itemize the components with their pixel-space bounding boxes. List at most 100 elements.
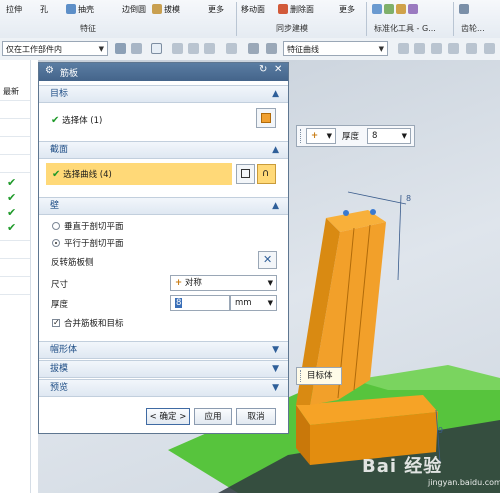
baidu-watermark: Bai 经验 [362, 456, 443, 477]
draft-button[interactable]: 拔模 [152, 0, 180, 18]
delete-face-button[interactable]: 删除面 [278, 0, 314, 18]
arrow-right-icon[interactable] [414, 43, 425, 54]
ok-button[interactable]: < 确定 > [146, 408, 190, 425]
dialog-title: 筋板 [60, 69, 79, 79]
more-button[interactable]: 更多 [208, 0, 224, 18]
rect-select-icon[interactable] [226, 43, 237, 54]
standard-tool-icon[interactable] [408, 4, 418, 14]
more-button-2[interactable]: 更多 [339, 0, 355, 18]
delete-face-label: 删除面 [290, 4, 314, 14]
check-icon: ✔ [51, 115, 60, 126]
select-body-row[interactable]: ✔ 选择体 (1) [51, 114, 102, 126]
grip-icon[interactable] [300, 129, 303, 143]
select-curve-button[interactable]: ∩ [257, 164, 276, 184]
chevron-down-icon: ▼ [98, 45, 104, 53]
selection-toolbar: 仅在工作部件内 ▼ 特征曲线 ▼ [0, 38, 500, 61]
dialog-titlebar[interactable]: ⚙ 筋板 ↻ ✕ [39, 63, 288, 81]
thickness-unit-dropdown[interactable]: mm ▼ [230, 295, 277, 311]
layer-icon[interactable] [266, 43, 277, 54]
chevron-up-icon: ▲ [272, 89, 279, 99]
standard-tool-icon[interactable] [384, 4, 394, 14]
standard-tool-icon[interactable] [372, 4, 382, 14]
thickness-unit-value: mm [235, 298, 252, 308]
shell-button[interactable]: 抽壳 [66, 0, 94, 18]
curve-rule-icon[interactable] [188, 43, 199, 54]
select-curve-row[interactable]: ✔ 选择曲线 (4) [46, 163, 232, 185]
ribbon-divider [236, 2, 237, 36]
intersect-icon[interactable] [466, 43, 477, 54]
wall-section-label: 壁 [50, 201, 60, 211]
group-gear: 齿轮... [461, 24, 485, 33]
float-thickness-input[interactable]: 8 ▼ [367, 128, 411, 144]
dimension-mode-dropdown[interactable]: + ▼ [306, 128, 336, 144]
hole-button[interactable]: 孔 [40, 0, 48, 18]
edge-blend-label: 边倒圆 [122, 4, 146, 14]
check-icon: ✔ [7, 221, 17, 234]
curve-rule-value: 特征曲线 [287, 45, 319, 54]
row-divider [0, 136, 30, 137]
extrude-button[interactable]: 拉伸 [6, 0, 22, 18]
target-section-header[interactable]: 目标 ▲ [39, 85, 288, 103]
chevron-down-icon: ▼ [272, 345, 279, 355]
wall-section-header[interactable]: 壁 ▲ [39, 197, 288, 215]
reverse-side-button[interactable]: ✕ [258, 251, 277, 269]
selection-scope-dropdown[interactable]: 仅在工作部件内 ▼ [2, 41, 108, 56]
dimension-line [347, 191, 407, 205]
select-body-label: 选择体 (1) [62, 116, 103, 126]
extrude-label: 拉伸 [6, 4, 22, 14]
view-icon[interactable] [248, 43, 259, 54]
edge-blend-button[interactable]: 边倒圆 [122, 0, 146, 18]
snap-icon[interactable] [115, 43, 126, 54]
thickness-input[interactable]: 8 [170, 295, 230, 311]
parallel-radio[interactable] [52, 239, 60, 247]
target-body-label: 目标体 [307, 371, 333, 381]
dimension-label: 尺寸 [51, 280, 69, 290]
curve-rule-dropdown[interactable]: 特征曲线 ▼ [283, 41, 388, 56]
filter-icon[interactable] [131, 43, 142, 54]
chevron-down-icon: ▼ [267, 299, 273, 307]
point-icon[interactable] [172, 43, 183, 54]
float-thickness-label: 厚度 [342, 132, 360, 142]
move-face-button[interactable]: 移动面 [241, 0, 265, 18]
gear-tool-button[interactable] [459, 0, 469, 18]
close-icon[interactable]: ✕ [274, 64, 282, 75]
cancel-button[interactable]: 取消 [236, 408, 276, 425]
standard-tool-icon[interactable] [396, 4, 406, 14]
gear-icon[interactable]: ⚙ [45, 65, 54, 76]
arrow-right-icon[interactable] [398, 43, 409, 54]
section-section-label: 截面 [50, 145, 69, 155]
group-feature: 特征 [80, 24, 96, 33]
dimension-line [397, 194, 402, 281]
snap-point-icon[interactable] [204, 43, 215, 54]
merge-checkbox[interactable]: ✓ [52, 319, 60, 327]
chevron-down-icon: ▼ [378, 45, 384, 53]
select-box-icon[interactable] [151, 43, 162, 54]
reset-icon[interactable]: ↻ [259, 64, 267, 75]
chevron-down-icon: ▼ [401, 132, 407, 140]
tangent-icon[interactable] [448, 43, 459, 54]
reverse-direction-icon: ✕ [263, 253, 273, 266]
apply-button[interactable]: 应用 [194, 408, 232, 425]
end-point-icon[interactable] [484, 43, 495, 54]
rib-dialog: ⚙ 筋板 ↻ ✕ 目标 ▲ ✔ 选择体 (1) 截面 ▲ ✔ 选择曲线 (4) … [38, 62, 289, 434]
draft-section-header[interactable]: 拔模 ▼ [39, 360, 288, 378]
preview-section-header[interactable]: 预览 ▼ [39, 379, 288, 397]
draft-section-label: 拔模 [50, 364, 69, 374]
target-body-tooltip[interactable]: 目标体 [296, 367, 342, 385]
perpendicular-radio[interactable] [52, 222, 60, 230]
chevron-down-icon: ▼ [267, 279, 273, 287]
check-icon: ✔ [7, 191, 17, 204]
ribbon-divider [453, 2, 454, 36]
group-sync-modeling: 同步建模 [276, 24, 308, 33]
select-body-button[interactable] [256, 108, 276, 128]
sketch-section-button[interactable] [236, 164, 255, 184]
dimension-dropdown[interactable]: + 对称 ▼ [170, 275, 277, 291]
row-divider [0, 258, 30, 259]
cap-section-header[interactable]: 帽形体 ▼ [39, 341, 288, 359]
dimension-label: 8 [406, 194, 412, 203]
point-icon[interactable] [431, 43, 442, 54]
move-face-label: 移动面 [241, 4, 265, 14]
dimension-value: 对称 [184, 278, 202, 288]
section-section-header[interactable]: 截面 ▲ [39, 141, 288, 159]
section-point [370, 209, 376, 215]
